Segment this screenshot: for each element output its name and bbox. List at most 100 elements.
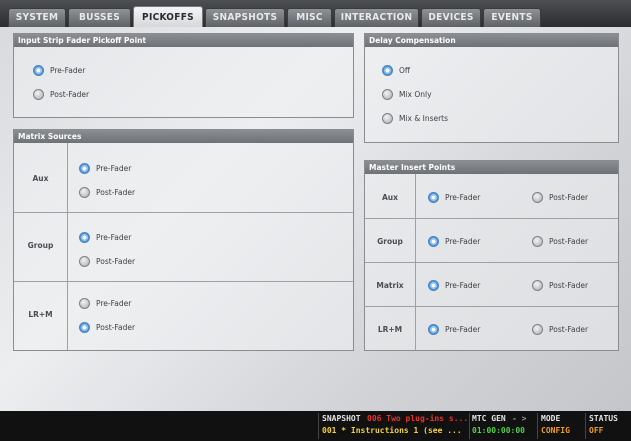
radio-dot xyxy=(79,162,90,174)
insert-lrm-post-fader-radio[interactable]: Post-Fader xyxy=(532,322,588,336)
panel-title: Master Insert Points xyxy=(365,161,618,174)
radio-label: Mix Only xyxy=(399,89,432,99)
radio-label: Post-Fader xyxy=(50,89,90,99)
tab-snapshots[interactable]: SNAPSHOTS xyxy=(205,8,285,27)
radio-dot xyxy=(33,88,44,100)
insert-aux-pre-fader-radio[interactable]: Pre-Fader xyxy=(428,190,480,204)
radio-label: Post-Fader xyxy=(549,192,589,202)
radio-label: Post-Fader xyxy=(96,256,136,266)
snapshot-current[interactable]: 006 Two plug-ins s... xyxy=(367,414,468,423)
insert-group-label: Group xyxy=(377,237,403,246)
master-insert-points-panel: Master Insert Points Aux Pre-Fader Post-… xyxy=(364,160,619,351)
radio-dot xyxy=(532,279,543,291)
radio-dot xyxy=(79,297,90,309)
delay-compensation-panel: Delay Compensation Off Mix Only Mix & In… xyxy=(364,33,619,143)
radio-dot xyxy=(382,64,393,76)
radio-label: Pre-Fader xyxy=(445,192,481,202)
insert-lrm-pre-fader-radio[interactable]: Pre-Fader xyxy=(428,322,480,336)
delay-comp-mix-inserts-radio[interactable]: Mix & Inserts xyxy=(382,111,448,125)
radio-dot xyxy=(33,64,44,76)
radio-label: Post-Fader xyxy=(549,236,589,246)
divider xyxy=(469,413,470,439)
radio-label: Mix & Inserts xyxy=(399,113,449,123)
mtc-gen-label: MTC GEN xyxy=(472,414,506,423)
radio-dot xyxy=(532,191,543,203)
mtc-timecode: 01:00:00:00 xyxy=(472,426,525,435)
radio-label: Pre-Fader xyxy=(445,280,481,290)
radio-label: Pre-Fader xyxy=(445,324,481,334)
insert-group-pre-fader-radio[interactable]: Pre-Fader xyxy=(428,234,480,248)
insert-matrix-label: Matrix xyxy=(376,281,404,290)
matrix-aux-post-fader-radio[interactable]: Post-Fader xyxy=(79,185,135,199)
divider xyxy=(14,281,353,282)
tab-misc[interactable]: MISC xyxy=(287,8,332,27)
divider xyxy=(365,306,618,307)
matrix-group-pre-fader-radio[interactable]: Pre-Fader xyxy=(79,230,131,244)
insert-group-post-fader-radio[interactable]: Post-Fader xyxy=(532,234,588,248)
insert-lrm-label: LR+M xyxy=(377,325,403,334)
radio-dot xyxy=(382,112,393,124)
panel-title: Input Strip Fader Pickoff Point xyxy=(14,34,353,47)
tab-busses[interactable]: BUSSES xyxy=(68,8,131,27)
insert-aux-label: Aux xyxy=(382,193,398,202)
input-strip-pickoff-panel: Input Strip Fader Pickoff Point Pre-Fade… xyxy=(13,33,354,118)
radio-dot xyxy=(428,323,439,335)
status-value: OFF xyxy=(589,426,604,435)
tab-system[interactable]: SYSTEM xyxy=(8,8,66,27)
insert-matrix-post-fader-radio[interactable]: Post-Fader xyxy=(532,278,588,292)
input-strip-post-fader-radio[interactable]: Post-Fader xyxy=(33,87,89,101)
status-label: STATUS xyxy=(589,414,618,423)
mtc-arrow-icon: - > xyxy=(512,414,527,423)
matrix-group-post-fader-radio[interactable]: Post-Fader xyxy=(79,254,135,268)
radio-label: Pre-Fader xyxy=(50,65,86,75)
matrix-aux-label: Aux xyxy=(32,174,49,183)
tab-interaction[interactable]: INTERACTION xyxy=(334,8,419,27)
mode-label: MODE xyxy=(541,414,561,423)
radio-label: Post-Fader xyxy=(96,322,136,332)
divider xyxy=(537,413,538,439)
matrix-aux-pre-fader-radio[interactable]: Pre-Fader xyxy=(79,161,131,175)
radio-dot xyxy=(428,191,439,203)
radio-dot xyxy=(79,255,90,267)
insert-aux-post-fader-radio[interactable]: Post-Fader xyxy=(532,190,588,204)
divider xyxy=(67,143,68,350)
divider xyxy=(14,212,353,213)
mode-value[interactable]: CONFIG xyxy=(541,426,570,435)
snapshot-next[interactable]: 001 * Instructions 1 (see ... xyxy=(322,426,462,435)
panel-title: Delay Compensation xyxy=(365,34,618,47)
tab-bar: SYSTEM BUSSES PICKOFFS SNAPSHOTS MISC IN… xyxy=(0,0,631,28)
radio-label: Post-Fader xyxy=(549,324,589,334)
input-strip-pre-fader-radio[interactable]: Pre-Fader xyxy=(33,63,85,77)
radio-dot xyxy=(532,323,543,335)
radio-label: Pre-Fader xyxy=(445,236,481,246)
matrix-group-label: Group xyxy=(27,241,54,250)
divider xyxy=(365,262,618,263)
radio-dot xyxy=(79,186,90,198)
matrix-lrm-pre-fader-radio[interactable]: Pre-Fader xyxy=(79,296,131,310)
matrix-lrm-post-fader-radio[interactable]: Post-Fader xyxy=(79,320,135,334)
radio-dot xyxy=(79,231,90,243)
divider xyxy=(318,413,319,439)
delay-comp-mix-only-radio[interactable]: Mix Only xyxy=(382,87,432,101)
radio-label: Off xyxy=(399,65,411,75)
panel-title: Matrix Sources xyxy=(14,130,353,143)
radio-dot xyxy=(532,235,543,247)
delay-comp-off-radio[interactable]: Off xyxy=(382,63,410,77)
radio-label: Post-Fader xyxy=(96,187,136,197)
radio-label: Pre-Fader xyxy=(96,232,132,242)
insert-matrix-pre-fader-radio[interactable]: Pre-Fader xyxy=(428,278,480,292)
radio-label: Pre-Fader xyxy=(96,298,132,308)
tab-events[interactable]: EVENTS xyxy=(483,8,541,27)
radio-dot xyxy=(428,235,439,247)
tab-devices[interactable]: DEVICES xyxy=(421,8,481,27)
matrix-lrm-label: LR+M xyxy=(28,310,53,319)
tab-pickoffs[interactable]: PICKOFFS xyxy=(133,6,203,28)
radio-label: Pre-Fader xyxy=(96,163,132,173)
radio-dot xyxy=(79,321,90,333)
radio-dot xyxy=(382,88,393,100)
divider xyxy=(585,413,586,439)
snapshot-label: SNAPSHOT xyxy=(322,414,361,423)
radio-dot xyxy=(428,279,439,291)
radio-label: Post-Fader xyxy=(549,280,589,290)
matrix-sources-panel: Matrix Sources Aux Pre-Fader Post-Fader … xyxy=(13,129,354,351)
